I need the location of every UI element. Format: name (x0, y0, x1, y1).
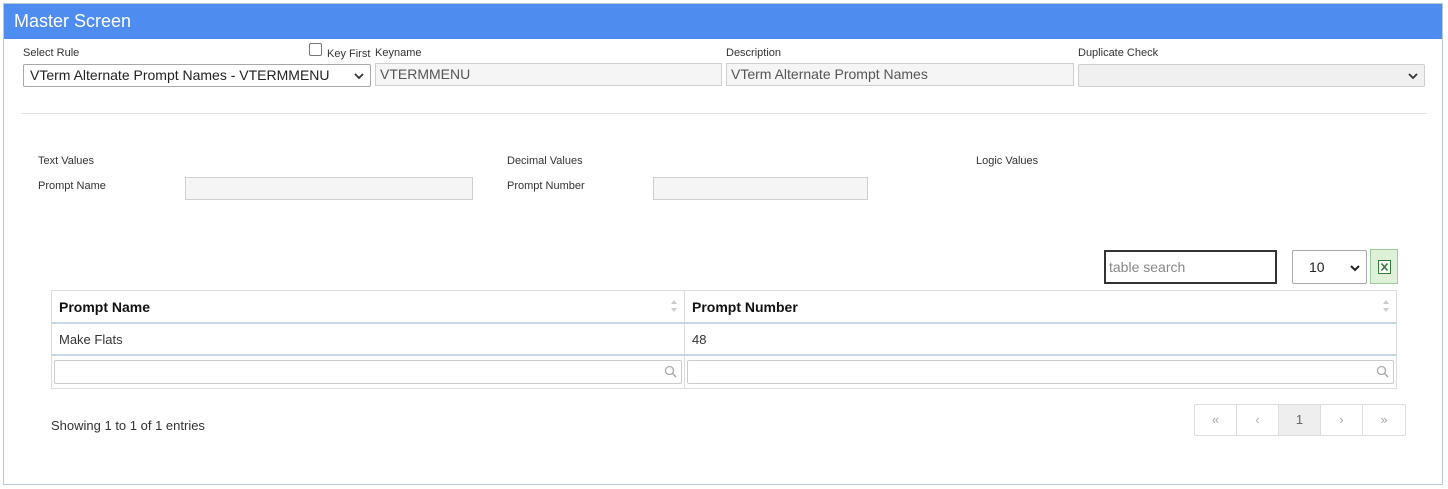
column-header-prompt-name[interactable]: Prompt Name (51, 290, 685, 324)
first-page-button[interactable]: « (1195, 405, 1237, 435)
previous-page-button[interactable]: ‹ (1237, 405, 1279, 435)
prompt-name-filter-input[interactable] (54, 360, 682, 384)
prompt-number-filter-input[interactable] (687, 360, 1394, 384)
chevron-down-icon (354, 73, 364, 80)
filter-cell (51, 354, 685, 389)
key-first-label: Key First (327, 48, 371, 60)
excel-icon (1378, 260, 1391, 274)
chevron-down-icon (1408, 73, 1418, 80)
description-field[interactable]: VTerm Alternate Prompt Names (726, 63, 1074, 86)
prompt-number-label: Prompt Number (507, 180, 585, 192)
sort-icon (671, 300, 677, 312)
cell-prompt-name: Make Flats (51, 322, 685, 356)
next-page-button[interactable]: › (1321, 405, 1363, 435)
filter-row (51, 354, 1397, 389)
filter-cell (684, 354, 1397, 389)
cell-prompt-number: 48 (684, 322, 1397, 356)
section-divider (21, 113, 1427, 114)
column-header-prompt-number[interactable]: Prompt Number (684, 290, 1397, 324)
prompt-name-field[interactable] (185, 177, 473, 200)
column-header-label: Prompt Number (692, 298, 798, 315)
chevron-down-icon (1350, 265, 1360, 272)
search-icon (1376, 365, 1389, 378)
column-header-label: Prompt Name (59, 298, 151, 315)
select-rule-label: Select Rule (23, 47, 80, 59)
keyname-label: Keyname (375, 47, 422, 59)
prompt-table: Prompt Name Prompt Number Make Flats 48 (51, 290, 1397, 389)
description-label: Description (726, 47, 782, 59)
page-1-button[interactable]: 1 (1279, 405, 1321, 435)
panel-header: Master Screen (4, 4, 1442, 39)
sort-icon (1383, 300, 1389, 312)
pagination: « ‹ 1 › » (1194, 404, 1406, 436)
text-values-heading: Text Values (38, 155, 95, 167)
logic-values-heading: Logic Values (976, 155, 1039, 167)
keyname-field[interactable]: VTERMMENU (375, 63, 722, 86)
table-info: Showing 1 to 1 of 1 entries (51, 418, 205, 433)
select-rule-dropdown[interactable]: VTerm Alternate Prompt Names - VTERMMENU (23, 64, 371, 87)
master-screen-panel: Master Screen Select Rule VTerm Alternat… (3, 3, 1443, 485)
prompt-number-field[interactable] (653, 177, 868, 200)
page-size-select[interactable]: 10 (1292, 250, 1367, 284)
duplicate-check-dropdown[interactable] (1078, 64, 1425, 87)
prompt-name-label: Prompt Name (38, 180, 106, 192)
table-search-input[interactable]: table search (1104, 250, 1277, 284)
page-size-value: 10 (1309, 259, 1325, 275)
select-rule-value: VTerm Alternate Prompt Names - VTERMMENU (30, 67, 330, 83)
export-excel-button[interactable] (1370, 249, 1398, 284)
last-page-button[interactable]: » (1363, 405, 1405, 435)
table-row[interactable]: Make Flats 48 (51, 322, 1397, 356)
decimal-values-heading: Decimal Values (507, 155, 583, 167)
search-icon (664, 365, 677, 378)
key-first-checkbox[interactable] (309, 43, 322, 56)
duplicate-check-label: Duplicate Check (1078, 47, 1159, 59)
